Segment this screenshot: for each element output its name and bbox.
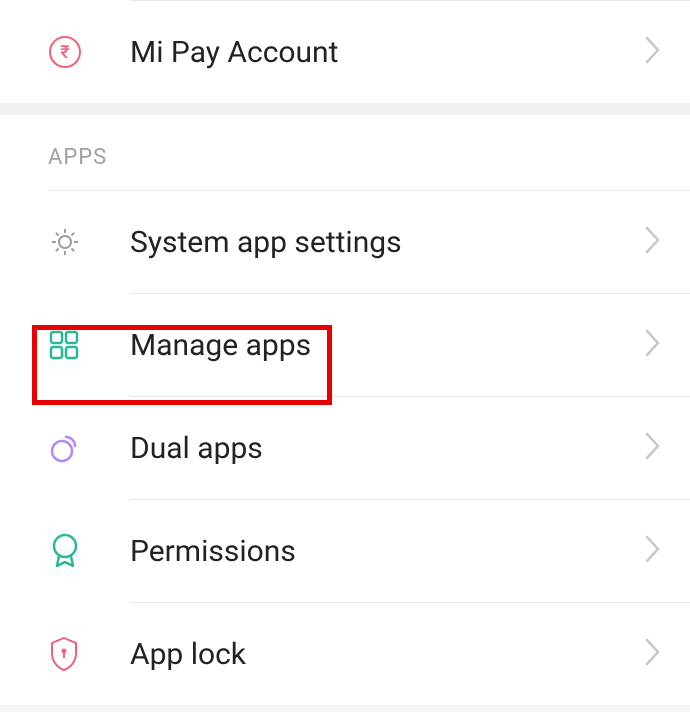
badge-icon xyxy=(48,532,130,570)
row-mi-pay[interactable]: ₹ Mi Pay Account xyxy=(0,1,690,103)
gear-icon xyxy=(48,225,130,259)
apps-header: APPS xyxy=(0,115,690,190)
chevron-right-icon xyxy=(644,328,662,362)
row-permissions[interactable]: Permissions xyxy=(0,500,690,602)
row-manage-apps[interactable]: Manage apps xyxy=(0,294,690,396)
shield-lock-icon xyxy=(48,635,130,673)
chevron-right-icon xyxy=(644,534,662,568)
svg-text:₹: ₹ xyxy=(60,42,70,63)
row-app-lock[interactable]: App lock xyxy=(0,603,690,705)
chevron-right-icon xyxy=(644,225,662,259)
chevron-right-icon xyxy=(644,637,662,671)
dual-circles-icon xyxy=(48,431,130,465)
row-label: Manage apps xyxy=(130,328,644,363)
row-system-app-settings[interactable]: System app settings xyxy=(0,191,690,293)
row-label: System app settings xyxy=(130,225,644,260)
row-label: App lock xyxy=(130,637,644,672)
apps-section: APPS System app settings Manage xyxy=(0,115,690,705)
row-label: Permissions xyxy=(130,534,644,569)
apps-grid-icon xyxy=(48,329,130,361)
top-section: ₹ Mi Pay Account xyxy=(0,0,690,103)
chevron-right-icon xyxy=(644,35,662,69)
row-dual-apps[interactable]: Dual apps xyxy=(0,397,690,499)
row-label: Mi Pay Account xyxy=(130,35,644,70)
chevron-right-icon xyxy=(644,431,662,465)
section-gap xyxy=(0,103,690,115)
rupee-icon: ₹ xyxy=(48,35,130,69)
row-label: Dual apps xyxy=(130,431,644,466)
